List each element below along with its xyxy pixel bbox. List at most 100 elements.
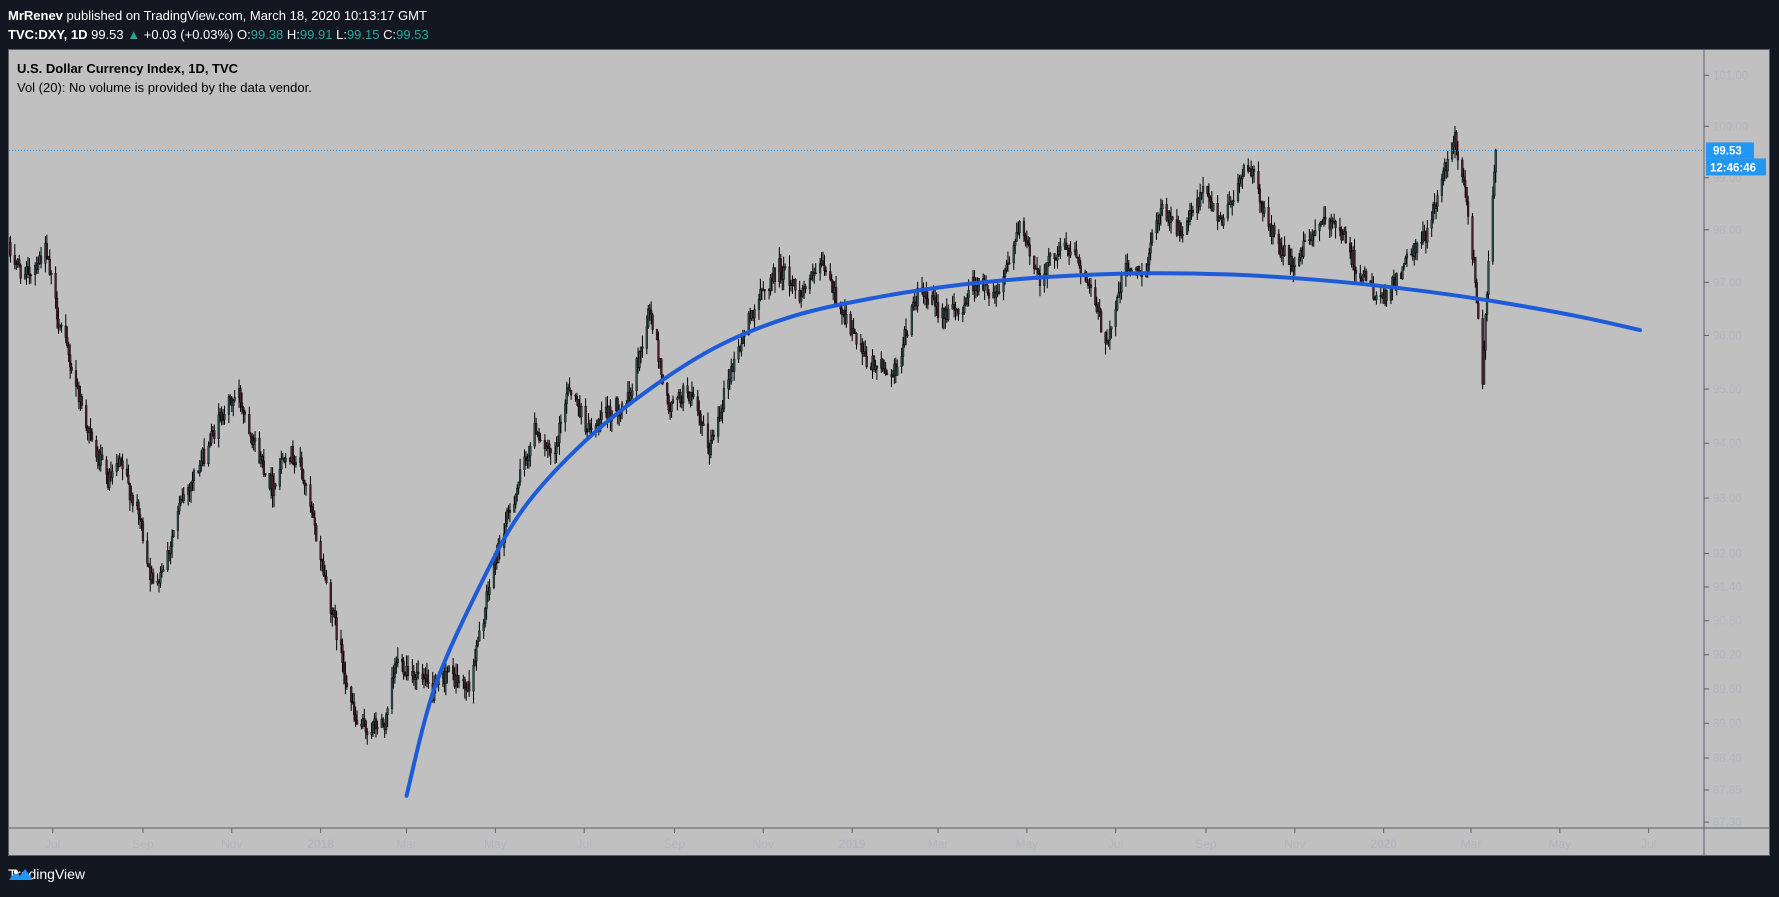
candle-body <box>808 278 812 290</box>
candle-body <box>699 413 702 424</box>
candle-body <box>1442 170 1445 180</box>
candle <box>1216 194 1219 231</box>
candle-body <box>1149 242 1152 254</box>
candle <box>147 563 150 568</box>
candle <box>855 331 858 350</box>
candle <box>294 456 297 468</box>
candle-body <box>242 407 245 413</box>
candle-body <box>1423 231 1426 241</box>
candle-body <box>900 356 903 367</box>
candle-body <box>425 674 429 683</box>
candle <box>610 410 613 433</box>
candle-body <box>801 287 804 297</box>
candle-body <box>1436 195 1439 207</box>
candle-body <box>1185 220 1189 235</box>
candle <box>239 385 242 412</box>
candle-body <box>569 389 573 396</box>
candle-body <box>342 662 346 674</box>
candle-body <box>1015 232 1018 242</box>
candle-body <box>1293 265 1296 268</box>
candle <box>1158 213 1161 231</box>
candle-body <box>698 410 701 415</box>
candle <box>934 287 937 317</box>
y-tick-label: 89.00 <box>1713 718 1742 730</box>
candle <box>701 420 704 437</box>
candle <box>159 566 162 588</box>
legend-title[interactable]: U.S. Dollar Currency Index, 1D, TVC <box>17 59 312 78</box>
candle <box>77 381 80 410</box>
candle-body <box>1148 252 1151 265</box>
candle-body <box>54 273 57 299</box>
tradingview-logo-icon[interactable] <box>8 866 34 882</box>
candle <box>702 415 705 426</box>
candle-body <box>457 680 461 684</box>
candle-body <box>1059 246 1062 252</box>
candle-body <box>1027 242 1030 245</box>
candle-body <box>686 385 689 394</box>
candle-body <box>524 456 528 459</box>
candle-body <box>1416 243 1419 253</box>
candle <box>529 442 532 467</box>
candle <box>210 423 213 446</box>
candle-body <box>794 279 797 291</box>
candle-body <box>29 274 32 276</box>
price-chart[interactable]: 101.00100.0099.0098.0097.0096.0095.0094.… <box>0 0 1779 897</box>
candle <box>1065 232 1068 250</box>
candle-body <box>537 432 541 441</box>
x-tick-label: Mar <box>1461 837 1482 851</box>
candle <box>679 388 682 408</box>
candle-body <box>1053 253 1056 260</box>
candle-body <box>998 291 1001 294</box>
candle-body <box>1426 227 1429 243</box>
candle <box>385 712 388 735</box>
candle-body <box>90 431 94 441</box>
candle-body <box>1047 255 1050 263</box>
candle-body <box>1257 171 1260 190</box>
candle-body <box>207 445 210 465</box>
candle-body <box>1456 150 1460 161</box>
candle-body <box>1466 201 1470 217</box>
candle <box>350 685 353 711</box>
candle-body <box>1491 195 1494 262</box>
candle-body <box>1116 297 1119 310</box>
candle-body <box>896 366 899 376</box>
candle <box>1018 220 1021 239</box>
candle-body <box>717 417 720 437</box>
candle-body <box>1075 249 1078 258</box>
candle <box>569 389 573 400</box>
candle-body <box>676 397 679 400</box>
candle-body <box>692 393 695 397</box>
candle-body <box>517 481 520 489</box>
candle-body <box>741 336 745 344</box>
price-axis[interactable]: 101.00100.0099.0098.0097.0096.0095.0094.… <box>1704 70 1748 829</box>
candle-body <box>210 431 213 444</box>
candle-body <box>1273 225 1276 235</box>
candle <box>315 523 318 542</box>
candle-body <box>1455 132 1458 152</box>
candle-body <box>417 671 420 675</box>
candle-body <box>402 661 405 675</box>
candle-body <box>1100 311 1103 333</box>
time-axis[interactable]: Jul Sep Nov 2018 Mar May Jul Sep Nov 2019 Mar May Ju… <box>45 828 1656 851</box>
x-tick-label: Sep <box>664 837 686 851</box>
candle-body <box>1434 206 1438 209</box>
candle-body <box>85 405 88 428</box>
volume-note: Vol (20): No volume is provided by the d… <box>17 80 312 95</box>
candle-body <box>1465 186 1468 203</box>
candle-body <box>37 262 40 270</box>
x-tick-label: May <box>1549 837 1572 851</box>
candle-body <box>779 258 782 273</box>
candle <box>217 403 220 448</box>
y-tick-label: 88.40 <box>1713 753 1742 765</box>
candle <box>137 499 140 526</box>
candle <box>1311 229 1314 247</box>
candle <box>782 256 785 291</box>
candle-body <box>200 460 203 466</box>
candle-body <box>1108 329 1111 341</box>
candle-body <box>264 473 267 475</box>
candle-body <box>371 721 375 733</box>
candle-body <box>23 274 27 279</box>
candle <box>651 312 654 335</box>
x-tick-label: Mar <box>396 837 417 851</box>
candle <box>733 351 736 381</box>
